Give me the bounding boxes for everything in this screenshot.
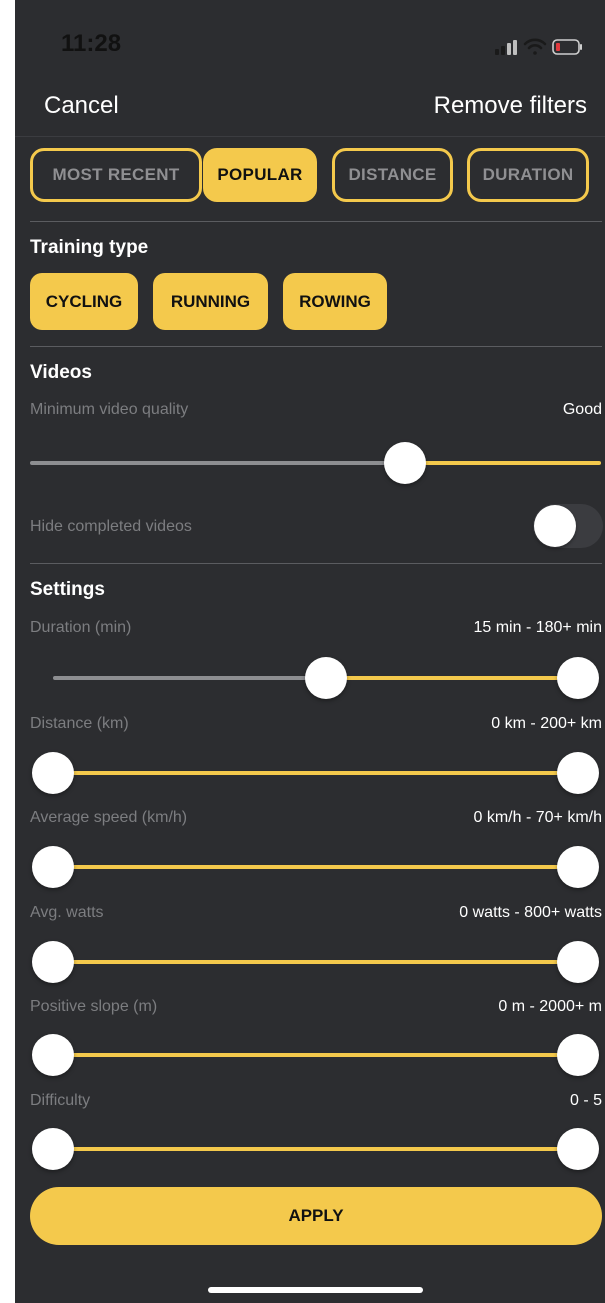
slider-knob-high[interactable] bbox=[557, 657, 599, 699]
slider-track-active bbox=[53, 1053, 578, 1057]
training-running-button[interactable]: RUNNING bbox=[153, 273, 268, 330]
wifi-icon bbox=[523, 38, 547, 55]
sort-distance-button[interactable]: DISTANCE bbox=[332, 148, 453, 202]
slider-track-active bbox=[326, 676, 578, 680]
sort-popular-button[interactable]: POPULAR bbox=[203, 148, 317, 202]
distance-value: 0 km - 200+ km bbox=[491, 715, 602, 732]
slider-knob-high[interactable] bbox=[557, 1034, 599, 1076]
slider-knob-low[interactable] bbox=[305, 657, 347, 699]
battery-icon bbox=[552, 39, 582, 55]
slider-knob-low[interactable] bbox=[32, 1128, 74, 1170]
hide-completed-label: Hide completed videos bbox=[30, 518, 192, 535]
difficulty-value: 0 - 5 bbox=[569, 1092, 602, 1109]
sort-duration-button[interactable]: DURATION bbox=[467, 148, 589, 202]
avg-watts-value: 0 watts - 800+ watts bbox=[459, 904, 602, 921]
status-icons bbox=[495, 38, 582, 55]
divider bbox=[30, 221, 602, 222]
home-indicator[interactable] bbox=[208, 1287, 423, 1293]
distance-label: Distance (km) bbox=[30, 715, 129, 732]
slider-track-active bbox=[53, 771, 578, 775]
avg-watts-label: Avg. watts bbox=[30, 904, 104, 921]
cellular-signal-icon bbox=[495, 40, 517, 55]
duration-value: 15 min - 180+ min bbox=[473, 619, 602, 636]
training-type-title: Training type bbox=[30, 237, 149, 258]
slider-track bbox=[30, 461, 405, 465]
slider-knob-high[interactable] bbox=[557, 752, 599, 794]
slider-track-active bbox=[405, 461, 601, 465]
sort-most-recent-button[interactable]: MOST RECENT bbox=[30, 148, 202, 202]
slider-knob-high[interactable] bbox=[557, 1128, 599, 1170]
slider-track bbox=[53, 676, 326, 680]
avg-speed-label: Average speed (km/h) bbox=[30, 809, 188, 826]
divider bbox=[30, 346, 602, 347]
video-quality-label: Minimum video quality bbox=[30, 401, 189, 418]
slider-knob[interactable] bbox=[384, 442, 426, 484]
cancel-button[interactable]: Cancel bbox=[44, 92, 119, 120]
apply-button[interactable]: APPLY bbox=[30, 1187, 602, 1245]
remove-filters-button[interactable]: Remove filters bbox=[434, 92, 587, 120]
slider-knob-high[interactable] bbox=[557, 846, 599, 888]
slider-knob-high[interactable] bbox=[557, 941, 599, 983]
divider bbox=[30, 563, 602, 564]
slider-track-active bbox=[53, 1147, 578, 1151]
difficulty-label: Difficulty bbox=[30, 1092, 91, 1109]
hide-completed-toggle[interactable] bbox=[533, 504, 603, 548]
positive-slope-value: 0 m - 2000+ m bbox=[498, 998, 602, 1015]
slider-track-active bbox=[53, 960, 578, 964]
divider bbox=[15, 136, 605, 137]
video-quality-value: Good bbox=[562, 401, 602, 418]
duration-label: Duration (min) bbox=[30, 619, 132, 636]
avg-speed-value: 0 km/h - 70+ km/h bbox=[473, 809, 603, 826]
settings-title: Settings bbox=[30, 579, 105, 600]
positive-slope-label: Positive slope (m) bbox=[30, 998, 158, 1015]
status-bar: 11:28 bbox=[15, 0, 605, 80]
slider-knob-low[interactable] bbox=[32, 941, 74, 983]
status-time: 11:28 bbox=[61, 30, 122, 57]
slider-knob-low[interactable] bbox=[32, 846, 74, 888]
slider-knob-low[interactable] bbox=[32, 1034, 74, 1076]
slider-knob-low[interactable] bbox=[32, 752, 74, 794]
videos-title: Videos bbox=[30, 362, 92, 383]
training-rowing-button[interactable]: ROWING bbox=[283, 273, 387, 330]
toggle-knob bbox=[534, 505, 576, 547]
slider-track-active bbox=[53, 865, 578, 869]
filter-screen: 11:28 Cancel Remove filters MOST RECENT … bbox=[15, 0, 605, 1303]
training-cycling-button[interactable]: CYCLING bbox=[30, 273, 138, 330]
